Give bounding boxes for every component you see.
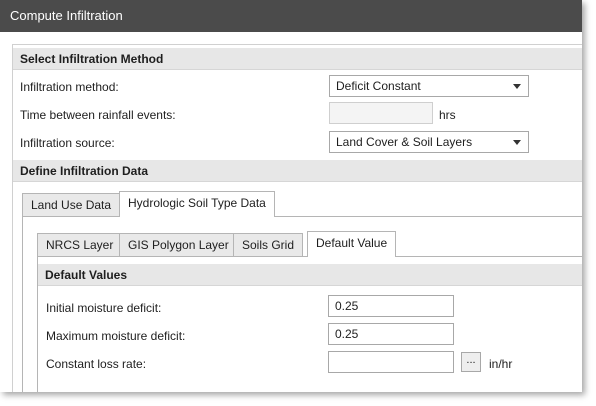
time-between-events-label: Time between rainfall events:	[20, 108, 176, 122]
infiltration-source-label: Infiltration source:	[20, 136, 115, 150]
tab-nrcs-layer[interactable]: NRCS Layer	[37, 233, 123, 257]
section-header-define-data: Define Infiltration Data	[13, 160, 582, 182]
time-between-events-input[interactable]	[329, 102, 433, 124]
infiltration-source-select[interactable]: Land Cover & Soil Layers	[329, 131, 529, 153]
tab-land-use-data[interactable]: Land Use Data	[22, 193, 121, 217]
constant-loss-rate-label: Constant loss rate:	[46, 357, 147, 371]
constant-loss-rate-browse-button[interactable]: ...	[461, 352, 481, 372]
window-title: Compute Infiltration	[0, 0, 582, 32]
dialog-content: Select Infiltration Method Infiltration …	[12, 44, 582, 392]
infiltration-method-select[interactable]: Deficit Constant	[329, 75, 529, 97]
initial-moisture-deficit-label: Initial moisture deficit:	[46, 301, 162, 315]
chevron-down-icon	[513, 84, 521, 89]
infiltration-method-label: Infiltration method:	[20, 80, 119, 94]
tab-default-value[interactable]: Default Value	[307, 231, 397, 257]
loss-rate-unit-label: in/hr	[489, 357, 513, 371]
tab-soils-grid[interactable]: Soils Grid	[233, 233, 304, 257]
maximum-moisture-deficit-label: Maximum moisture deficit:	[46, 329, 186, 343]
maximum-moisture-deficit-input[interactable]: 0.25	[328, 323, 454, 345]
chevron-down-icon	[513, 140, 521, 145]
section-header-select-method: Select Infiltration Method	[13, 48, 582, 70]
constant-loss-rate-input[interactable]	[328, 351, 454, 373]
default-value-panel: Default Values Initial moisture deficit:…	[37, 256, 582, 392]
initial-moisture-deficit-input[interactable]: 0.25	[328, 295, 454, 317]
time-unit-label: hrs	[439, 108, 456, 122]
tab-hydrologic-soil-type-data[interactable]: Hydrologic Soil Type Data	[119, 191, 275, 217]
infiltration-source-value: Land Cover & Soil Layers	[336, 135, 473, 149]
hydrologic-soil-panel: NRCS Layer GIS Polygon Layer Soils Grid …	[22, 216, 582, 392]
infiltration-method-value: Deficit Constant	[336, 79, 421, 93]
section-header-default-values: Default Values	[38, 264, 582, 286]
compute-infiltration-window: Compute Infiltration Select Infiltration…	[0, 0, 582, 392]
tab-gis-polygon-layer[interactable]: GIS Polygon Layer	[119, 233, 238, 257]
